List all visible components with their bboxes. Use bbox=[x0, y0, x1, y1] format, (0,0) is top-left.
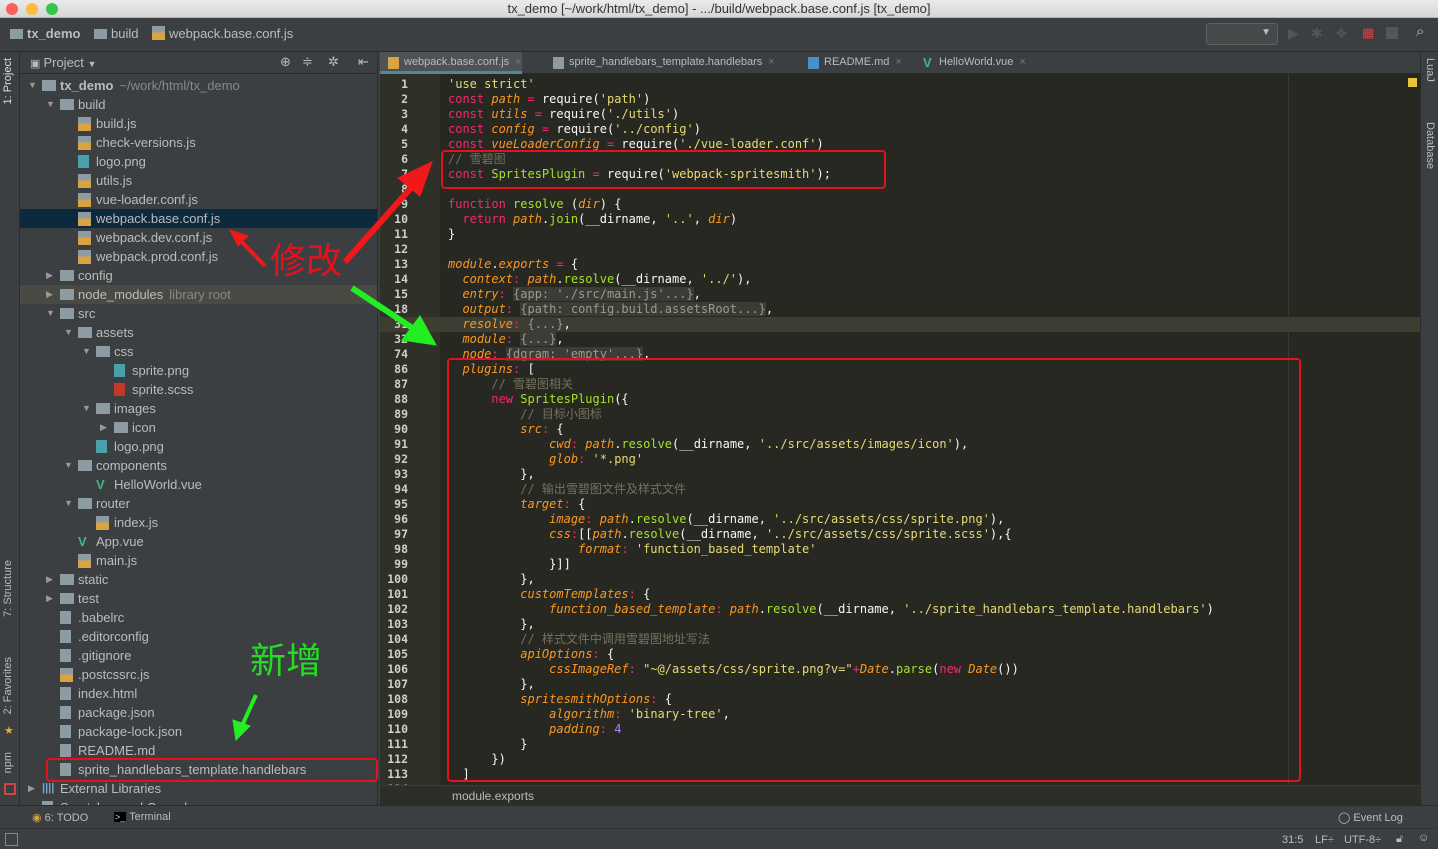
added-annotation: 新增 bbox=[250, 641, 323, 682]
modify-annotation: 修改 bbox=[270, 241, 343, 282]
annotation-arrows bbox=[229, 161, 437, 742]
